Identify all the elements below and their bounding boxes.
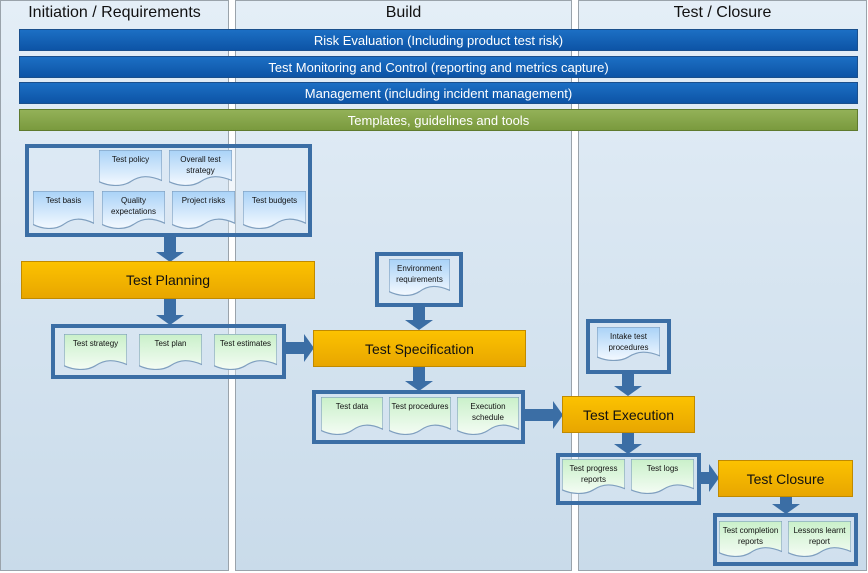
- document-planning-outputs: Test strategy: [64, 334, 127, 370]
- document-planning-inputs: Test policy: [99, 150, 162, 186]
- document-label: Project risks: [181, 196, 226, 205]
- document-specification-outputs: Test procedures: [389, 397, 451, 435]
- document-specification-inputs: Environment requirements: [389, 259, 450, 296]
- test-specification-process: Test Specification: [313, 330, 526, 367]
- monitoring-control-bar: Test Monitoring and Control (reporting a…: [19, 56, 858, 78]
- document-execution-inputs: Intake test procedures: [597, 327, 660, 361]
- document-label: Test logs: [646, 464, 679, 473]
- document-specification-outputs: Test data: [321, 397, 383, 435]
- document-label: Test plan: [154, 339, 187, 348]
- document-label: Environment requirements: [396, 264, 443, 284]
- document-label: Lessons learnt report: [793, 526, 846, 546]
- document-planning-outputs: Test estimates: [214, 334, 277, 370]
- document-execution-outputs: Test progress reports: [562, 459, 625, 494]
- document-label: Overall test strategy: [180, 155, 221, 175]
- document-planning-inputs: Test budgets: [243, 191, 306, 229]
- document-label: Execution schedule: [470, 402, 506, 422]
- document-label: Test progress reports: [569, 464, 618, 484]
- document-label: Test completion reports: [722, 526, 779, 546]
- column-title: Initiation / Requirements: [28, 4, 201, 21]
- document-label: Intake test procedures: [608, 332, 649, 352]
- management-bar: Management (including incident managemen…: [19, 82, 858, 104]
- document-planning-inputs: Project risks: [172, 191, 235, 229]
- document-label: Test policy: [111, 155, 150, 164]
- document-planning-inputs: Test basis: [33, 191, 94, 229]
- document-execution-outputs: Test logs: [631, 459, 694, 494]
- document-label: Test estimates: [219, 339, 272, 348]
- templates-bar: Templates, guidelines and tools: [19, 109, 858, 131]
- risk-evaluation-bar: Risk Evaluation (Including product test …: [19, 29, 858, 51]
- document-specification-outputs: Execution schedule: [457, 397, 519, 435]
- document-label: Quality expectations: [111, 196, 156, 216]
- test-closure-process: Test Closure: [718, 460, 853, 497]
- document-label: Test budgets: [251, 196, 298, 205]
- test-execution-process: Test Execution: [562, 396, 695, 433]
- column-title: Test / Closure: [673, 4, 772, 21]
- document-planning-inputs: Quality expectations: [102, 191, 165, 229]
- column-title: Build: [385, 4, 422, 21]
- document-planning-outputs: Test plan: [139, 334, 202, 370]
- document-label: Test procedures: [391, 402, 449, 411]
- document-label: Test basis: [45, 196, 82, 205]
- document-planning-inputs: Overall test strategy: [169, 150, 232, 186]
- document-closure-outputs: Lessons learnt report: [788, 521, 851, 557]
- document-closure-outputs: Test completion reports: [719, 521, 782, 557]
- test-planning-process: Test Planning: [21, 261, 315, 299]
- document-label: Test strategy: [72, 339, 119, 348]
- document-label: Test data: [335, 402, 369, 411]
